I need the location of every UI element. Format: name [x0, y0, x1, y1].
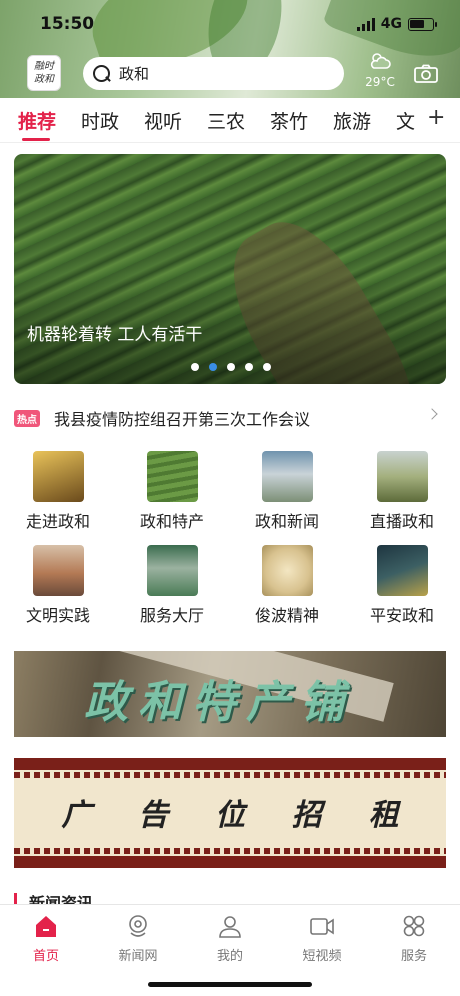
- nav-label: 首页: [32, 949, 59, 964]
- home-indicator[interactable]: [148, 982, 312, 987]
- nav-label: 服务: [400, 949, 427, 964]
- tab-recommend[interactable]: 推荐: [18, 107, 56, 134]
- nav-label: 我的: [216, 949, 243, 964]
- hot-news-headline[interactable]: 我县疫情防控组召开第三次工作会议: [54, 406, 310, 430]
- nav-home[interactable]: 首页: [6, 913, 86, 964]
- grid-item-label: 走进政和: [25, 512, 90, 531]
- grid-item-image: [376, 545, 428, 596]
- grid-item-image: [32, 545, 84, 596]
- grid-item-label: 平安政和: [369, 606, 434, 625]
- grid-icon: [403, 915, 425, 937]
- search-input[interactable]: 政和: [119, 63, 149, 84]
- carousel-dots: [191, 363, 271, 371]
- add-channel-button[interactable]: +: [427, 105, 445, 130]
- tab-agriculture[interactable]: 三农: [207, 107, 245, 134]
- ad-char: 告: [138, 798, 169, 833]
- hot-news-ticker[interactable]: 热点 我县疫情防控组召开第三次工作会议: [14, 404, 446, 432]
- grid-item-live[interactable]: 直播政和: [352, 451, 452, 532]
- grid-item-junbo-spirit[interactable]: 俊波精神: [237, 545, 337, 626]
- ad-char: 招: [291, 798, 322, 833]
- app-logo[interactable]: 融时 政和: [27, 55, 61, 91]
- carousel-dot[interactable]: [191, 363, 199, 371]
- tab-politics[interactable]: 时政: [81, 107, 119, 134]
- ad-char: 位: [214, 798, 245, 833]
- channel-tabs: 推荐 时政 视听 三农 茶竹 旅游 文 +: [0, 98, 460, 143]
- tab-tea-bamboo[interactable]: 茶竹: [270, 107, 308, 134]
- grid-item-image: [146, 545, 198, 596]
- grid-item-image: [261, 451, 313, 502]
- grid-item-label: 政和新闻: [254, 512, 319, 531]
- active-tab-indicator: [22, 138, 50, 141]
- grid-item-safe-zhenghe[interactable]: 平安政和: [352, 545, 452, 626]
- nav-news-network[interactable]: 新闻网: [98, 913, 178, 964]
- hot-badge: 热点: [14, 409, 40, 427]
- network-type: 4G: [380, 16, 402, 32]
- logo-text-line: 政和: [34, 74, 54, 85]
- banner-border: [14, 758, 446, 770]
- nav-short-video[interactable]: 短视频: [282, 913, 362, 964]
- weather-widget[interactable]: 29°C: [362, 52, 398, 89]
- nav-profile[interactable]: 我的: [190, 913, 270, 964]
- carousel-dot[interactable]: [227, 363, 235, 371]
- grid-item-label: 直播政和: [369, 512, 434, 531]
- nav-label: 短视频: [302, 949, 342, 964]
- video-icon: [310, 918, 334, 935]
- weather-temperature: 29°C: [365, 75, 395, 89]
- tab-culture[interactable]: 文: [396, 107, 415, 134]
- banner-border: [14, 856, 446, 868]
- specialty-shop-banner[interactable]: 政和特产铺: [14, 651, 446, 737]
- grid-item-label: 服务大厅: [139, 606, 204, 625]
- app-header: 15:50 4G 融时 政和 政和 29°C: [0, 0, 460, 98]
- grid-item-label: 文明实践: [25, 606, 90, 625]
- search-bar[interactable]: 政和: [83, 57, 344, 90]
- tab-travel[interactable]: 旅游: [333, 107, 371, 134]
- grid-item-image: [376, 451, 428, 502]
- home-icon: [36, 916, 56, 937]
- ad-char: 广: [61, 798, 92, 833]
- banner-caption: 机器轮着转 工人有活干: [27, 325, 203, 345]
- status-indicators: 4G: [356, 16, 437, 32]
- tab-audio-video[interactable]: 视听: [144, 107, 182, 134]
- grid-item-image: [261, 545, 313, 596]
- chevron-right-icon: [426, 408, 438, 420]
- signal-icon: [356, 17, 375, 31]
- nav-label: 新闻网: [118, 949, 158, 964]
- banner-pattern: [14, 848, 446, 854]
- logo-text-line: 融时: [34, 61, 54, 72]
- user-icon: [219, 916, 241, 938]
- grid-item-specialty[interactable]: 政和特产: [122, 451, 222, 532]
- search-icon: [92, 64, 111, 83]
- ad-space-banner[interactable]: 广 告 位 招 租: [14, 758, 446, 868]
- grid-item-image: [32, 451, 84, 502]
- ad-space-text: 广 告 位 招 租: [14, 790, 446, 834]
- news-network-icon: [129, 915, 147, 937]
- grid-item-news[interactable]: 政和新闻: [237, 451, 337, 532]
- banner-pattern: [14, 772, 446, 778]
- grid-item-label: 政和特产: [139, 512, 204, 531]
- status-time: 15:50: [40, 14, 95, 34]
- carousel-dot[interactable]: [263, 363, 271, 371]
- grid-item-explore[interactable]: 走进政和: [8, 451, 108, 532]
- carousel-dot[interactable]: [245, 363, 253, 371]
- grid-item-label: 俊波精神: [254, 606, 319, 625]
- weather-cloud-sun-icon: [370, 53, 391, 69]
- ad-char: 租: [368, 798, 399, 833]
- grid-item-service-hall[interactable]: 服务大厅: [122, 545, 222, 626]
- nav-services[interactable]: 服务: [374, 913, 454, 964]
- carousel-dot-active[interactable]: [209, 363, 217, 371]
- grid-item-image: [146, 451, 198, 502]
- battery-icon: [408, 17, 437, 31]
- specialty-shop-title: 政和特产铺: [84, 677, 354, 728]
- camera-icon[interactable]: [414, 64, 438, 83]
- grid-item-civilization[interactable]: 文明实践: [8, 545, 108, 626]
- banner-carousel[interactable]: 机器轮着转 工人有活干: [14, 154, 446, 384]
